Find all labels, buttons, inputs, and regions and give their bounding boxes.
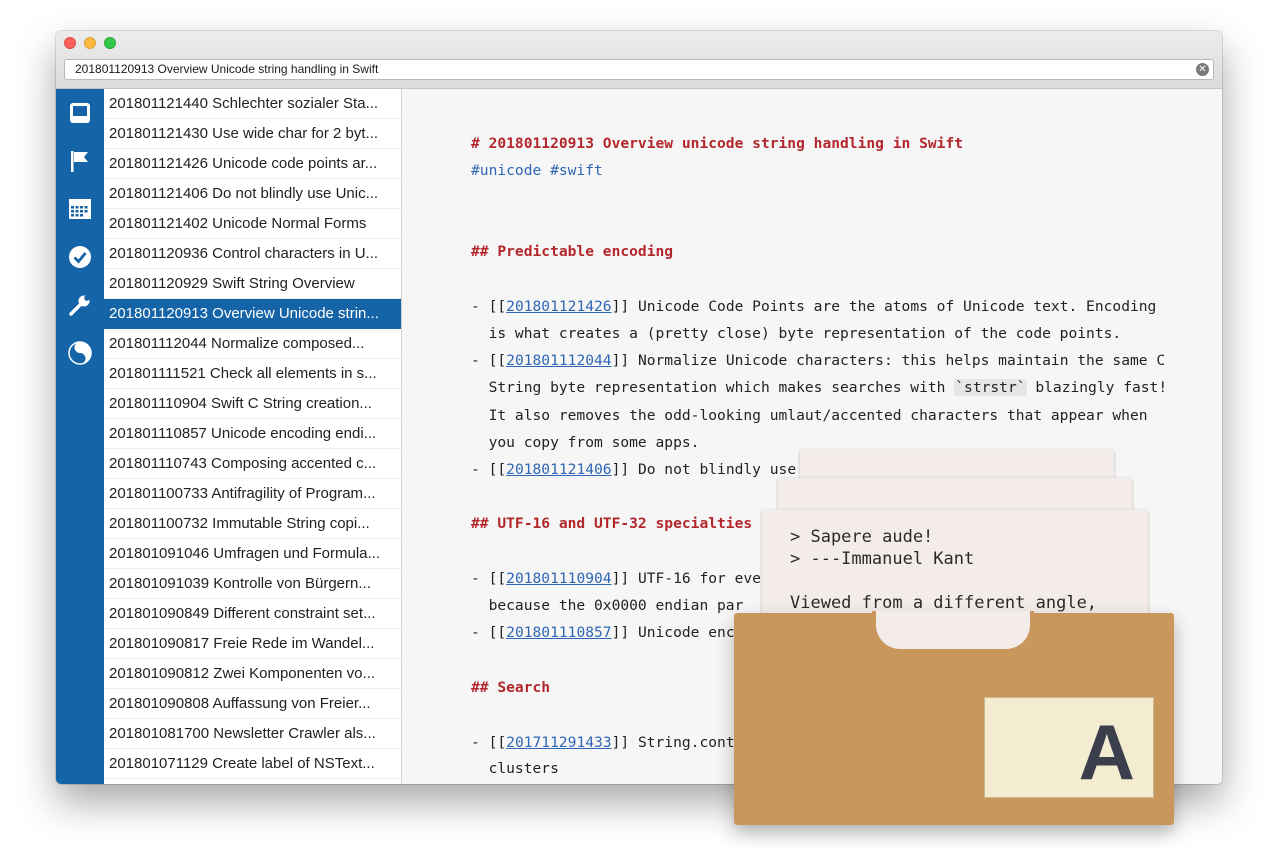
search-input-value: 201801120913 Overview Unicode string han… <box>75 62 379 76</box>
zoom-window-button[interactable] <box>104 37 116 49</box>
link-bracket: - [[ <box>471 461 507 478</box>
note-list-item[interactable]: 201801121426 Unicode code points ar... <box>104 149 401 179</box>
note-list-item[interactable]: 201801120913 Overview Unicode strin... <box>104 299 401 329</box>
note-list-item[interactable]: 201801121440 Schlechter sozialer Sta... <box>104 89 401 119</box>
link-bracket: - [[ <box>471 570 507 587</box>
note-list-item[interactable]: 201801090849 Different constraint set... <box>104 599 401 629</box>
list-item-text: ]] Normalize Unicode characters: this he… <box>611 352 1166 369</box>
note-list-item[interactable]: 201801110904 Swift C String creation... <box>104 389 401 419</box>
link-bracket: - [[ <box>471 352 507 369</box>
inbox-icon[interactable] <box>67 100 93 126</box>
note-list-item[interactable]: 201801110743 Composing accented c... <box>104 449 401 479</box>
list-item-continuation: because the 0x0000 endian par <box>471 597 744 614</box>
note-link[interactable]: 201801110904 <box>506 570 611 587</box>
heading-utf-specialties: ## UTF-16 and UTF-32 specialties <box>471 515 753 532</box>
list-item: - [[201801112044]] Normalize Unicode cha… <box>471 351 1165 371</box>
clear-search-icon[interactable]: ✕ <box>1196 63 1209 76</box>
note-list-item[interactable]: 201801090812 Zwei Komponenten vo... <box>104 659 401 689</box>
link-bracket: - [[ <box>471 624 507 641</box>
note-list-item[interactable]: 201801091046 Umfragen und Formula... <box>104 539 401 569</box>
note-list-item[interactable]: 201801112044 Normalize composed... <box>104 329 401 359</box>
calendar-icon[interactable] <box>67 196 93 222</box>
list-item: - [[201711291433]] String.conta <box>471 733 743 753</box>
card-box-label: A <box>984 697 1154 798</box>
minimize-window-button[interactable] <box>84 37 96 49</box>
note-list-item[interactable]: 201801100733 Antifragility of Program... <box>104 479 401 509</box>
list-item-continuation: It also removes the odd-looking umlaut/a… <box>471 407 1148 424</box>
link-bracket: - [[ <box>471 298 507 315</box>
note-list-item[interactable]: 201801090808 Auffassung von Freier... <box>104 689 401 719</box>
note-link[interactable]: 201801121426 <box>506 298 611 315</box>
note-list-item[interactable]: 201801120936 Control characters in U... <box>104 239 401 269</box>
tags-text[interactable]: #unicode #swift <box>471 162 603 179</box>
note-link[interactable]: 201801110857 <box>506 624 611 641</box>
list-item: - [[201801121426]] Unicode Code Points a… <box>471 297 1156 317</box>
note-link[interactable]: 201711291433 <box>506 734 611 751</box>
note-list-item[interactable]: 201801100732 Immutable String copi... <box>104 509 401 539</box>
note-list-item[interactable]: 201801081700 Newsletter Crawler als... <box>104 719 401 749</box>
list-item-continuation: you copy from some apps. <box>471 434 700 451</box>
wrench-icon[interactable] <box>67 292 93 318</box>
list-item-continuation: String byte representation which makes s… <box>471 378 1167 398</box>
note-list-item[interactable]: 201801121406 Do not blindly use Unic... <box>104 179 401 209</box>
list-item-text: ]] Unicode enco <box>611 624 744 641</box>
list-item-text: String byte representation which makes s… <box>471 379 955 396</box>
search-input[interactable]: 201801120913 Overview Unicode string han… <box>64 59 1214 80</box>
note-list-item[interactable]: 201801071129 Create label of NSText... <box>104 749 401 779</box>
list-item: - [[201801110857]] Unicode enco <box>471 623 743 643</box>
note-list-item[interactable]: 201801091039 Kontrolle von Bürgern... <box>104 569 401 599</box>
list-item-text: blazingly fast! <box>1026 379 1168 396</box>
note-list-item[interactable]: 201801110857 Unicode encoding endi... <box>104 419 401 449</box>
list-item-continuation: is what creates a (pretty close) byte re… <box>471 325 1122 342</box>
note-list-item[interactable]: 201801121430 Use wide char for 2 byt... <box>104 119 401 149</box>
link-bracket: - [[ <box>471 734 507 751</box>
note-list-item[interactable]: 201801121402 Unicode Normal Forms <box>104 209 401 239</box>
heading-search: ## Search <box>471 679 551 696</box>
inline-code: `strstr` <box>954 379 1027 396</box>
sidebar <box>56 89 104 784</box>
yin-yang-icon[interactable] <box>67 340 93 366</box>
heading-predictable-encoding: ## Predictable encoding <box>471 243 674 260</box>
note-title-heading: # 201801120913 Overview unicode string h… <box>471 135 964 152</box>
list-item-continuation: clusters <box>471 760 559 777</box>
list-item: - [[201801110904]] UTF-16 for eve <box>471 569 761 589</box>
card-box-notch <box>872 611 1034 653</box>
list-item-text: ]] Unicode Code Points are the atoms of … <box>611 298 1157 315</box>
note-list-item[interactable]: 201801042128 Nutzerzahlen von Schr... <box>104 779 401 784</box>
list-item-text: ]] String.conta <box>611 734 744 751</box>
close-window-button[interactable] <box>64 37 76 49</box>
note-list: 201801121440 Schlechter sozialer Sta... 2… <box>104 89 402 784</box>
label-letter: A <box>1078 708 1135 796</box>
note-tags: #unicode #swift <box>471 161 603 181</box>
note-list-item[interactable]: 201801120929 Swift String Overview <box>104 269 401 299</box>
checkmark-icon[interactable] <box>67 244 93 270</box>
title-bar: 201801120913 Overview Unicode string han… <box>56 31 1222 89</box>
note-list-item[interactable]: 201801090817 Freie Rede im Wandel... <box>104 629 401 659</box>
note-list-item[interactable]: 201801111521 Check all elements in s... <box>104 359 401 389</box>
flag-icon[interactable] <box>67 148 93 174</box>
note-link[interactable]: 201801112044 <box>506 352 611 369</box>
note-link[interactable]: 201801121406 <box>506 461 611 478</box>
app-icon: > Sapere aude! > ---Immanuel Kant Viewed… <box>732 448 1177 828</box>
